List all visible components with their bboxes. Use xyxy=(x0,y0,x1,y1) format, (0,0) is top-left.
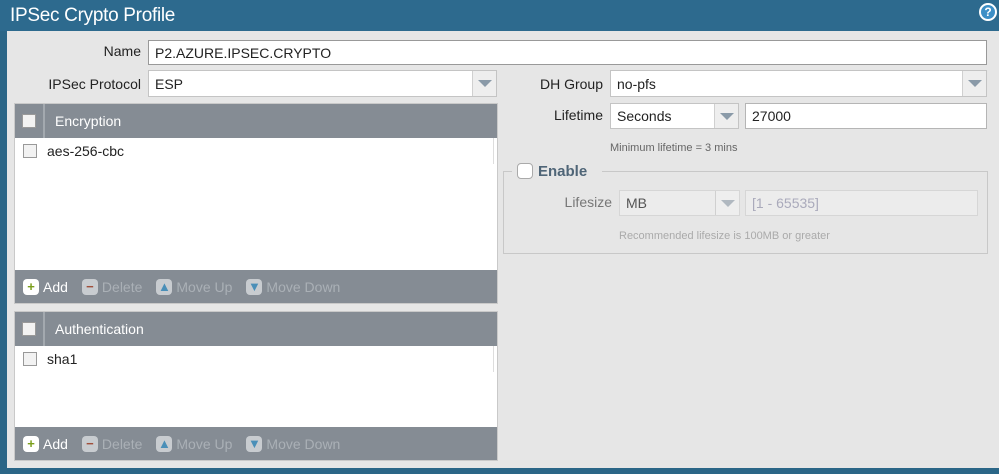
authentication-item: sha1 xyxy=(47,351,78,367)
authentication-column-header: Authentication xyxy=(55,321,144,337)
chevron-down-icon[interactable] xyxy=(714,104,738,128)
lifetime-label: Lifetime xyxy=(553,107,603,123)
chevron-down-icon[interactable] xyxy=(715,191,739,215)
encryption-toolbar: + Add − Delete ▲ Move Up ▼ Move Down xyxy=(15,270,497,303)
select-all-checkbox[interactable] xyxy=(22,114,36,128)
arrow-up-icon: ▲ xyxy=(156,278,173,295)
list-item[interactable]: sha1 xyxy=(15,346,494,372)
lifesize-hint: Recommended lifesize is 100MB or greater xyxy=(619,230,830,242)
plus-icon: + xyxy=(23,435,39,452)
enable-label: Enable xyxy=(538,163,588,180)
move-down-label: Move Down xyxy=(266,435,341,452)
authentication-toolbar: + Add − Delete ▲ Move Up ▼ Move Down xyxy=(15,427,497,460)
arrow-down-icon: ▼ xyxy=(246,435,263,452)
chevron-down-icon[interactable] xyxy=(472,71,496,96)
minus-icon: − xyxy=(81,435,98,452)
ipsec-protocol-value: ESP xyxy=(155,75,184,92)
lifesize-unit-select[interactable]: MB xyxy=(619,190,740,216)
add-label: Add xyxy=(43,278,68,295)
move-down-button[interactable]: ▼ Move Down xyxy=(246,278,341,295)
encryption-item: aes-256-cbc xyxy=(47,143,125,159)
dh-group-value: no-pfs xyxy=(617,75,656,92)
chevron-down-icon[interactable] xyxy=(962,71,986,96)
enable-checkbox[interactable] xyxy=(517,163,533,179)
minus-icon: − xyxy=(81,278,98,295)
lifesize-input[interactable]: [1 - 65535] xyxy=(745,190,978,216)
authentication-grid: Authentication sha1 + Add − Delete ▲ Move U… xyxy=(14,311,498,461)
move-down-label: Move Down xyxy=(266,278,341,295)
lifetime-unit-value: Seconds xyxy=(617,108,672,124)
move-up-label: Move Up xyxy=(176,278,233,295)
ipsec-protocol-select[interactable]: ESP xyxy=(148,70,497,97)
dh-group-select[interactable]: no-pfs xyxy=(610,70,987,97)
select-all-checkbox[interactable] xyxy=(22,322,36,336)
move-down-button[interactable]: ▼ Move Down xyxy=(246,435,341,452)
list-item[interactable]: aes-256-cbc xyxy=(15,138,494,164)
delete-label: Delete xyxy=(101,435,143,452)
encryption-header: Encryption xyxy=(15,104,497,138)
move-up-button[interactable]: ▲ Move Up xyxy=(156,435,233,452)
lifetime-hint: Minimum lifetime = 3 mins xyxy=(610,142,738,154)
lifetime-input[interactable]: 27000 xyxy=(745,103,987,129)
lifesize-label: Lifesize xyxy=(564,194,612,210)
name-input[interactable]: P2.AZURE.IPSEC.CRYPTO xyxy=(148,40,987,65)
plus-icon: + xyxy=(23,278,39,295)
help-icon[interactable]: ? xyxy=(979,3,997,21)
authentication-header: Authentication xyxy=(15,312,497,346)
add-label: Add xyxy=(43,435,68,452)
arrow-up-icon: ▲ xyxy=(156,435,173,452)
add-button[interactable]: + Add xyxy=(23,278,68,295)
name-label: Name xyxy=(103,43,141,59)
add-button[interactable]: + Add xyxy=(23,435,68,452)
dialog-title: IPSec Crypto Profile xyxy=(10,5,176,26)
move-up-button[interactable]: ▲ Move Up xyxy=(156,278,233,295)
delete-label: Delete xyxy=(101,278,143,295)
encryption-grid: Encryption aes-256-cbc + Add − Delete ▲ Mov… xyxy=(14,103,498,304)
encryption-column-header: Encryption xyxy=(55,113,122,129)
dh-group-label: DH Group xyxy=(539,76,603,92)
delete-button[interactable]: − Delete xyxy=(81,278,143,295)
row-checkbox[interactable] xyxy=(23,144,37,158)
arrow-down-icon: ▼ xyxy=(246,278,263,295)
row-checkbox[interactable] xyxy=(23,352,37,366)
lifesize-unit-value: MB xyxy=(626,195,647,211)
lifetime-unit-select[interactable]: Seconds xyxy=(610,103,739,129)
move-up-label: Move Up xyxy=(176,435,233,452)
delete-button[interactable]: − Delete xyxy=(81,435,143,452)
ipsec-protocol-label: IPSec Protocol xyxy=(48,76,141,92)
